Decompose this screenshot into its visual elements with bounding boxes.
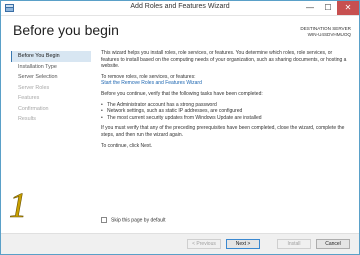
next-button[interactable]: Next > xyxy=(226,239,260,249)
close-button[interactable]: ✕ xyxy=(337,1,359,15)
nav-item-features: Features xyxy=(18,95,40,101)
nav-item-server-selection[interactable]: Server Selection xyxy=(11,72,91,83)
wizard-steps-nav: Before You Begin Installation Type Serve… xyxy=(11,51,91,125)
remove-section: To remove roles, role services, or featu… xyxy=(101,74,351,87)
nav-item-confirmation: Confirmation xyxy=(18,105,49,112)
nav-item-results: Results xyxy=(18,116,36,122)
maximize-button[interactable]: ☐ xyxy=(319,1,337,15)
wizard-footer: < Previous Next > Install Cancel xyxy=(1,234,359,254)
step-number-annotation: 1 xyxy=(9,185,27,223)
skip-page-checkbox[interactable] xyxy=(101,217,107,223)
verify-text: Before you continue, verify that the fol… xyxy=(101,90,263,97)
remove-text: To remove roles, role services, or featu… xyxy=(101,73,196,80)
skip-page-label: Skip this page by default xyxy=(111,217,166,224)
page-title: Before you begin xyxy=(13,22,119,38)
prereq-text: If you must verify that any of the prece… xyxy=(101,125,345,138)
nav-item-installation-type[interactable]: Installation Type xyxy=(11,62,91,73)
page-header: Before you begin DESTINATION SERVER WIN-… xyxy=(1,17,359,47)
continue-text: To continue, click Next. xyxy=(101,142,153,149)
list-item: Network settings, such as static IP addr… xyxy=(101,108,351,115)
title-bar: Add Roles and Features Wizard — ☐ ✕ xyxy=(1,1,359,16)
previous-button: < Previous xyxy=(187,239,221,249)
destination-server-name: WIN-U4SDVHMUOQ xyxy=(307,32,351,37)
minimize-button[interactable]: — xyxy=(301,1,319,15)
intro-text: This wizard helps you install roles, rol… xyxy=(101,50,347,70)
install-button: Install xyxy=(277,239,311,249)
list-item: The most current security updates from W… xyxy=(101,115,351,122)
nav-item-before-you-begin[interactable]: Before You Begin xyxy=(11,51,91,62)
cancel-button[interactable]: Cancel xyxy=(316,239,350,249)
remove-wizard-link[interactable]: Start the Remove Roles and Features Wiza… xyxy=(101,80,202,86)
list-item: The Administrator account has a strong p… xyxy=(101,102,351,109)
content-pane: This wizard helps you install roles, rol… xyxy=(101,50,351,153)
task-list: The Administrator account has a strong p… xyxy=(101,102,351,122)
nav-item-server-roles: Server Roles xyxy=(18,84,50,91)
step-number-text: 1 xyxy=(9,185,27,223)
wizard-window: Add Roles and Features Wizard — ☐ ✕ Befo… xyxy=(0,0,360,255)
skip-page-option[interactable]: Skip this page by default xyxy=(101,217,165,223)
